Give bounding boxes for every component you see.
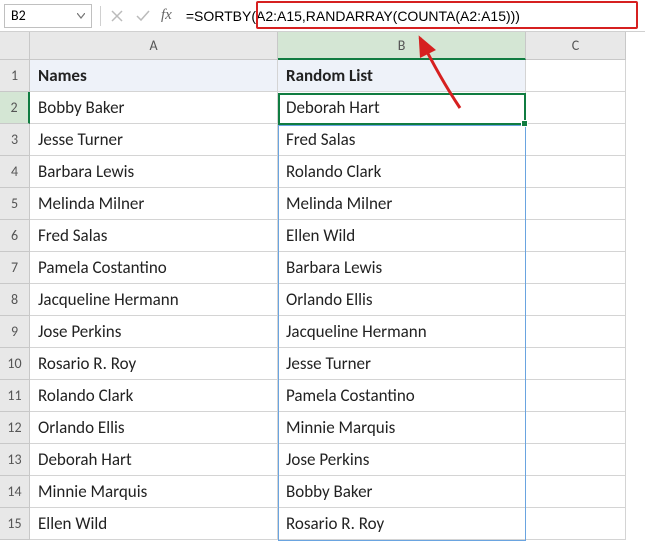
cell[interactable] bbox=[526, 92, 626, 124]
column-headers: A B C bbox=[30, 32, 645, 60]
formula-bar-icons: fx bbox=[109, 7, 172, 24]
cell-b1[interactable]: Random List bbox=[278, 60, 526, 92]
cell[interactable]: Rosario R. Roy bbox=[30, 348, 278, 380]
formula-input[interactable] bbox=[180, 4, 641, 28]
cell[interactable]: Jacqueline Hermann bbox=[30, 284, 278, 316]
row-header[interactable]: 11 bbox=[0, 380, 30, 412]
cancel-icon[interactable] bbox=[109, 8, 125, 24]
row-header[interactable]: 12 bbox=[0, 412, 30, 444]
cell[interactable]: Ellen Wild bbox=[30, 508, 278, 540]
cell[interactable]: Jose Perkins bbox=[278, 444, 526, 476]
cell[interactable] bbox=[526, 220, 626, 252]
name-box[interactable]: B2 bbox=[4, 4, 92, 28]
chevron-down-icon[interactable] bbox=[77, 9, 85, 22]
cell[interactable] bbox=[526, 156, 626, 188]
row-header[interactable]: 9 bbox=[0, 316, 30, 348]
cell[interactable] bbox=[526, 412, 626, 444]
col-header-a[interactable]: A bbox=[30, 32, 278, 60]
cell[interactable]: Rolando Clark bbox=[278, 156, 526, 188]
select-all-corner[interactable] bbox=[0, 32, 30, 60]
col-header-c[interactable]: C bbox=[526, 32, 626, 60]
cell[interactable]: Minnie Marquis bbox=[30, 476, 278, 508]
cell[interactable] bbox=[526, 188, 626, 220]
row-header[interactable]: 15 bbox=[0, 508, 30, 540]
cell[interactable]: Barbara Lewis bbox=[278, 252, 526, 284]
formula-bar: B2 fx bbox=[0, 0, 645, 32]
cell[interactable]: Bobby Baker bbox=[278, 476, 526, 508]
cell[interactable] bbox=[526, 316, 626, 348]
row-header[interactable]: 2 bbox=[0, 92, 30, 124]
row-header[interactable]: 14 bbox=[0, 476, 30, 508]
separator bbox=[100, 6, 101, 26]
cell[interactable] bbox=[526, 284, 626, 316]
cell[interactable]: Pamela Costantino bbox=[278, 380, 526, 412]
cell[interactable] bbox=[526, 124, 626, 156]
name-box-value: B2 bbox=[11, 7, 26, 24]
cell[interactable]: Deborah Hart bbox=[30, 444, 278, 476]
cell[interactable]: Orlando Ellis bbox=[30, 412, 278, 444]
cell[interactable]: Melinda Milner bbox=[30, 188, 278, 220]
cell-c1[interactable] bbox=[526, 60, 626, 92]
row-header[interactable]: 3 bbox=[0, 124, 30, 156]
grid-rows: 1 Names Random List 2 Bobby Baker Debora… bbox=[0, 60, 645, 540]
col-header-b[interactable]: B bbox=[278, 32, 526, 60]
cell[interactable]: Jesse Turner bbox=[30, 124, 278, 156]
cell[interactable]: Pamela Costantino bbox=[30, 252, 278, 284]
row-header[interactable]: 1 bbox=[0, 60, 30, 92]
cell[interactable]: Deborah Hart bbox=[278, 92, 526, 124]
cell-a1[interactable]: Names bbox=[30, 60, 278, 92]
cell[interactable] bbox=[526, 380, 626, 412]
row-header[interactable]: 8 bbox=[0, 284, 30, 316]
cell[interactable] bbox=[526, 348, 626, 380]
row-header[interactable]: 5 bbox=[0, 188, 30, 220]
fx-icon[interactable]: fx bbox=[161, 7, 172, 24]
cell[interactable] bbox=[526, 476, 626, 508]
row-header[interactable]: 4 bbox=[0, 156, 30, 188]
row-header[interactable]: 7 bbox=[0, 252, 30, 284]
cell[interactable]: Orlando Ellis bbox=[278, 284, 526, 316]
cell[interactable]: Bobby Baker bbox=[30, 92, 278, 124]
cell[interactable]: Melinda Milner bbox=[278, 188, 526, 220]
cell[interactable]: Minnie Marquis bbox=[278, 412, 526, 444]
cell[interactable]: Barbara Lewis bbox=[30, 156, 278, 188]
confirm-icon[interactable] bbox=[135, 8, 151, 24]
row-header[interactable]: 10 bbox=[0, 348, 30, 380]
row-header[interactable]: 6 bbox=[0, 220, 30, 252]
cell[interactable]: Jesse Turner bbox=[278, 348, 526, 380]
cell[interactable]: Jacqueline Hermann bbox=[278, 316, 526, 348]
cell[interactable]: Fred Salas bbox=[278, 124, 526, 156]
cell[interactable]: Ellen Wild bbox=[278, 220, 526, 252]
cell[interactable] bbox=[526, 444, 626, 476]
cell[interactable]: Rolando Clark bbox=[30, 380, 278, 412]
cell[interactable]: Jose Perkins bbox=[30, 316, 278, 348]
row-header[interactable]: 13 bbox=[0, 444, 30, 476]
cell[interactable] bbox=[526, 508, 626, 540]
cell[interactable] bbox=[526, 252, 626, 284]
cell[interactable]: Fred Salas bbox=[30, 220, 278, 252]
cell[interactable]: Rosario R. Roy bbox=[278, 508, 526, 540]
